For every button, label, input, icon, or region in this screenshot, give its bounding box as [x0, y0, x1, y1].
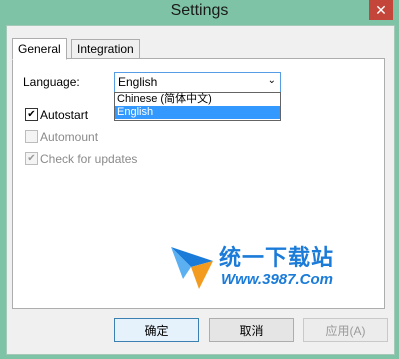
watermark-logo: 统一下载站 Www.3987.Com	[169, 238, 369, 298]
watermark-en-text: Www.3987.Com	[221, 271, 333, 288]
tab-general[interactable]: General	[12, 38, 67, 60]
tab-integration[interactable]: Integration	[71, 39, 140, 59]
language-select[interactable]: English ⌄	[114, 72, 281, 93]
watermark-cn-text: 统一下载站	[219, 245, 335, 270]
language-dropdown: Chinese (简体中文) English	[114, 92, 281, 121]
apply-button[interactable]: 应用(A)	[303, 318, 388, 342]
automount-label: Automount	[40, 130, 99, 144]
check-updates-label: Check for updates	[40, 152, 138, 166]
window-title: Settings	[170, 2, 229, 19]
language-option-english[interactable]: English	[115, 106, 280, 119]
close-button[interactable]: ✕	[369, 0, 393, 20]
language-selected-value: English	[118, 75, 158, 89]
automount-checkbox[interactable]	[25, 130, 38, 143]
ok-button[interactable]: 确定	[114, 318, 199, 342]
chevron-down-icon: ⌄	[267, 75, 276, 86]
watermark-arrow-icon	[171, 247, 213, 289]
settings-window: Settings ✕ General Integration Language:…	[0, 0, 399, 359]
dialog-client-area: General Integration Language: English ⌄ …	[6, 25, 395, 355]
language-label: Language:	[23, 75, 80, 89]
language-option-chinese[interactable]: Chinese (简体中文)	[115, 93, 280, 106]
cancel-button[interactable]: 取消	[209, 318, 294, 342]
autostart-checkbox[interactable]: ✔	[25, 108, 38, 121]
title-bar[interactable]: Settings ✕	[0, 0, 399, 24]
check-updates-checkbox[interactable]: ✔	[25, 152, 38, 165]
autostart-label: Autostart	[40, 108, 89, 122]
